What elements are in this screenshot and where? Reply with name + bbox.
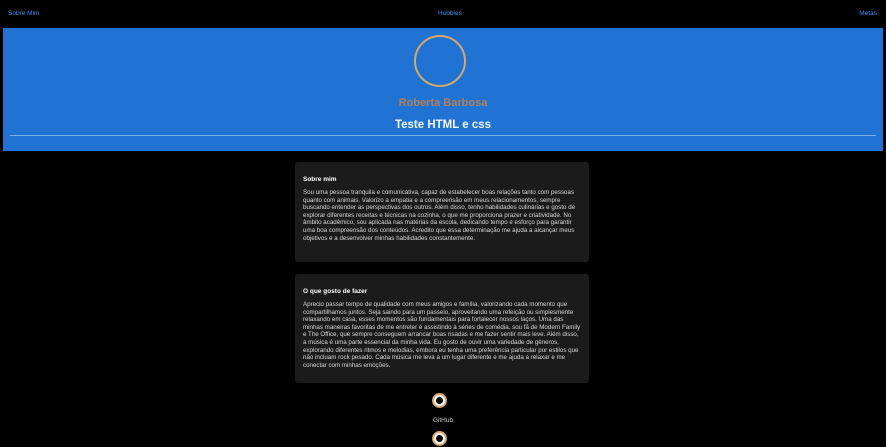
nav-link-goals[interactable]: Metas — [859, 10, 877, 17]
hobbies-text: Aprecio passar tempo de qualidade com me… — [303, 301, 581, 369]
page-title: Teste HTML e css — [394, 119, 492, 131]
avatar — [414, 35, 466, 87]
about-heading: Sobre mim — [303, 176, 337, 183]
header-divider — [10, 135, 876, 136]
about-text: Sou uma pessoa tranquila e comunicativa,… — [303, 189, 576, 242]
nav-link-hobbies[interactable]: Hobbies — [438, 10, 462, 17]
social-icon[interactable] — [432, 431, 447, 446]
profile-name: Roberta Barbosa — [398, 97, 488, 109]
hobbies-heading: O que gosto de fazer — [303, 288, 368, 295]
about-card: Sobre mim Sou uma pessoa tranquila e com… — [295, 162, 589, 262]
hero-header: Roberta Barbosa Teste HTML e css — [3, 28, 883, 151]
github-icon[interactable] — [432, 393, 447, 408]
hobbies-card: O que gosto de fazer Aprecio passar temp… — [295, 274, 589, 383]
top-navigation: Sobre Mim Hobbies Metas — [0, 0, 886, 28]
nav-link-about[interactable]: Sobre Mim — [8, 10, 39, 17]
github-label[interactable]: GitHub — [0, 417, 886, 424]
